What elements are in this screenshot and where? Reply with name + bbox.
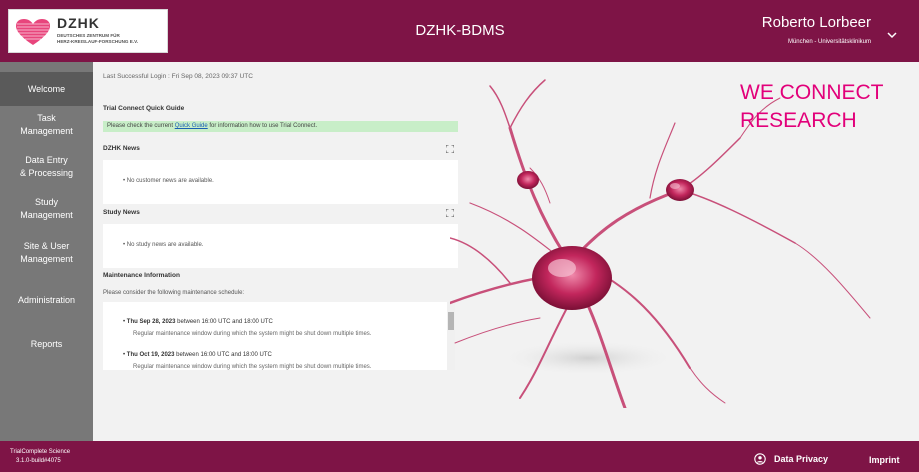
sidebar-item-label: Reports [30,339,63,349]
list-item: • No customer news are available. [123,178,214,184]
app-header: DZHK DEUTSCHES ZENTRUM FÜR HERZ-KREISLAU… [0,0,919,62]
sidebar-item-label: Welcome [27,84,66,94]
sidebar-item-reports[interactable]: Reports [0,338,93,351]
maintenance-note: Regular maintenance window during which … [133,331,372,337]
maintenance-title: Maintenance Information [103,272,180,279]
user-name[interactable]: Roberto Lorbeer [762,14,871,31]
logo-subtitle-2: HERZ-KREISLAUF-FORSCHUNG E.V. [57,39,138,44]
app-title: DZHK-BDMS [415,22,505,39]
study-news-empty: No study news are available. [126,242,204,248]
sidebar-item-administration[interactable]: Administration [0,294,93,307]
product-version: 3.1.0-build#4075 [16,458,61,464]
list-item: • Thu Sep 28, 2023 between 16:00 UTC and… [123,319,273,325]
logo-text: DZHK [57,15,100,31]
sidebar-item-label: & Processing [19,168,74,178]
hero-slogan-line-2: RESEARCH [740,109,857,132]
maintenance-note: Regular maintenance window during which … [133,364,372,370]
maintenance-window: between 16:00 UTC and 18:00 UTC [174,352,272,358]
sidebar-item-label: Management [20,126,73,136]
quick-guide-text-pre: Please check the current [107,123,175,129]
chevron-down-icon[interactable] [885,28,899,42]
data-privacy-label: Data Privacy [774,454,829,464]
imprint-link[interactable]: Imprint [869,455,900,465]
list-item: • No study news are available. [123,242,204,248]
quick-guide-link[interactable]: Quick Guide [175,123,208,129]
maintenance-schedule-box[interactable]: • Thu Sep 28, 2023 between 16:00 UTC and… [103,302,455,370]
maintenance-intro: Please consider the following maintenanc… [103,290,245,296]
maintenance-window: between 16:00 UTC and 18:00 UTC [175,319,273,325]
logo-subtitle-1: DEUTSCHES ZENTRUM FÜR [57,33,120,38]
sidebar-item-welcome[interactable]: Welcome [0,72,93,106]
dzhk-logo[interactable]: DZHK DEUTSCHES ZENTRUM FÜR HERZ-KREISLAU… [8,9,168,53]
quick-guide-banner: Please check the current Quick Guide for… [103,121,458,132]
hero-slogan: WE CONNECT RESEARCH [740,79,884,135]
user-organization: München - Universitätsklinikum [787,39,871,45]
sidebar-item-data-entry[interactable]: Data Entry & Processing [0,154,93,180]
sidebar-item-label: Task [37,113,56,123]
app-footer: TrialComplete Science 3.1.0-build#4075 D… [0,441,919,472]
sidebar-item-task-management[interactable]: Task Management [0,112,93,138]
sidebar-item-site-user-management[interactable]: Site & User Management [0,240,93,266]
list-item: • Thu Oct 19, 2023 between 16:00 UTC and… [123,352,272,358]
dzhk-news-header: DZHK News [103,140,458,158]
study-news-panel: • No study news are available. [103,224,458,268]
dzhk-news-panel: • No customer news are available. [103,160,458,204]
sidebar-nav: Welcome Task Management Data Entry & Pro… [0,62,93,441]
study-news-header: Study News [103,204,458,222]
hero-slogan-line-1: WE CONNECT [740,81,884,104]
sidebar-item-study-management[interactable]: Study Management [0,196,93,222]
sidebar-item-label: Management [20,210,73,220]
study-news-title: Study News [103,209,140,216]
quick-guide-text-post: for information how to use Trial Connect… [207,123,318,129]
data-privacy-link[interactable]: Data Privacy [754,452,828,466]
sidebar-item-label: Study [34,197,58,207]
shield-icon [754,453,766,465]
maintenance-date: Thu Oct 19, 2023 [126,352,175,358]
heart-logo-icon [16,19,50,45]
product-name: TrialComplete Science [10,449,71,455]
dzhk-news-empty: No customer news are available. [126,178,214,184]
last-login-text: Last Successful Login : Fri Sep 08, 2023… [103,73,253,80]
sidebar-item-label: Data Entry [25,155,68,165]
dzhk-news-title: DZHK News [103,145,140,152]
quick-guide-title: Trial Connect Quick Guide [103,105,185,112]
sidebar-item-label: Administration [17,295,76,305]
sidebar-item-label: Site & User [23,241,70,251]
sidebar-item-label: Management [20,254,73,264]
maintenance-date: Thu Sep 28, 2023 [126,319,176,325]
